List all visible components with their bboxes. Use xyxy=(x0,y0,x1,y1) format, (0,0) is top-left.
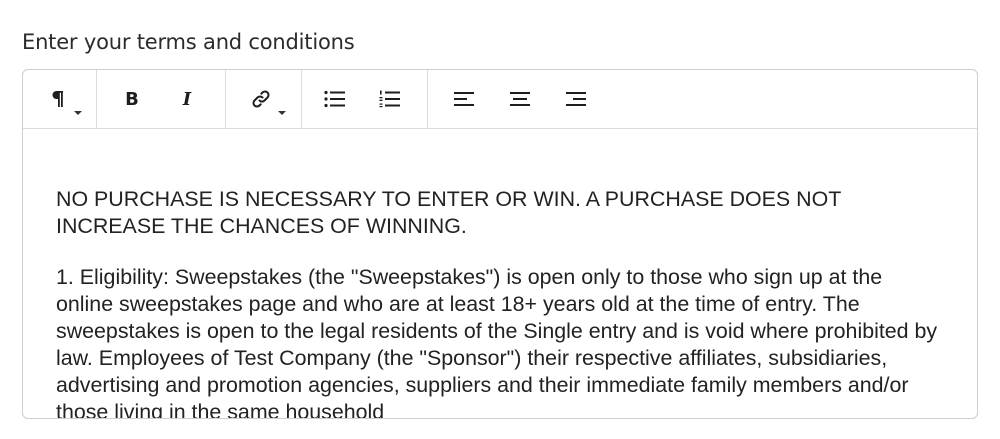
terms-field-label: Enter your terms and conditions xyxy=(22,30,355,54)
bullet-list-icon xyxy=(324,90,346,108)
align-right-button[interactable] xyxy=(561,84,591,114)
align-right-icon xyxy=(565,90,587,108)
editor-content-area[interactable]: NO PURCHASE IS NECESSARY TO ENTER OR WIN… xyxy=(23,129,977,418)
terms-paragraph: 1. Eligibility: Sweepstakes (the "Sweeps… xyxy=(56,265,938,418)
toolbar-group-link xyxy=(225,70,302,128)
paragraph-style-button[interactable] xyxy=(43,84,73,114)
rich-text-editor[interactable]: B I NO PURCHASE IS NECESSARY TO ENTER OR… xyxy=(22,69,978,419)
align-left-button[interactable] xyxy=(449,84,479,114)
numbered-list-button[interactable] xyxy=(375,84,405,114)
paragraph-icon xyxy=(51,90,65,108)
numbered-list-icon xyxy=(379,90,401,108)
bold-button[interactable]: B xyxy=(117,84,147,114)
terms-paragraph: NO PURCHASE IS NECESSARY TO ENTER OR WIN… xyxy=(56,187,841,238)
chevron-down-icon xyxy=(74,111,82,115)
italic-icon: I xyxy=(182,88,192,110)
toolbar-group-lists xyxy=(301,70,428,128)
italic-button[interactable]: I xyxy=(172,84,202,114)
bullet-list-button[interactable] xyxy=(320,84,350,114)
link-button[interactable] xyxy=(246,84,276,114)
link-icon xyxy=(250,88,272,110)
toolbar-group-inline: B I xyxy=(96,70,226,128)
align-left-icon xyxy=(453,90,475,108)
toolbar-group-block xyxy=(23,70,97,128)
editor-toolbar: B I xyxy=(23,70,977,129)
align-center-icon xyxy=(509,90,531,108)
toolbar-group-align xyxy=(427,70,607,128)
bold-icon: B xyxy=(125,88,139,110)
align-center-button[interactable] xyxy=(505,84,535,114)
chevron-down-icon xyxy=(278,111,286,115)
